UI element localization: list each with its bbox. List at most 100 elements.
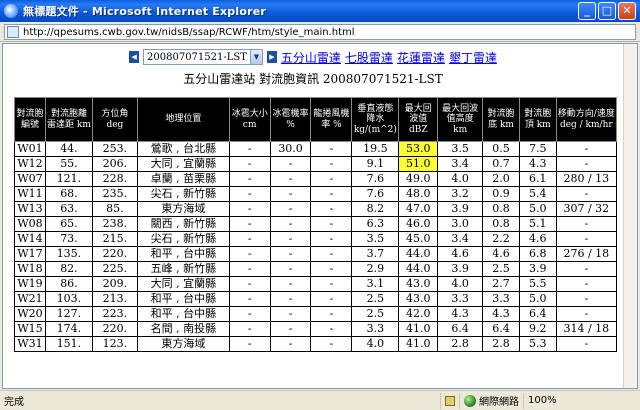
- minimize-button[interactable]: _: [578, 2, 596, 20]
- table-cell: -: [228, 246, 271, 262]
- prev-time-button[interactable]: ◀: [129, 51, 140, 63]
- column-header: 最大回波值 dBZ: [398, 97, 439, 142]
- next-time-button[interactable]: ▶: [266, 51, 277, 63]
- column-header: 冰雹機率 %: [269, 97, 312, 142]
- table-cell: 和平 , 台中縣: [136, 291, 230, 307]
- table-cell: -: [555, 231, 618, 247]
- table-cell: 5.3: [518, 336, 557, 352]
- table-cell: 5.1: [518, 216, 557, 232]
- table-cell: 6.8: [518, 246, 557, 262]
- table-cell: 215.: [91, 231, 138, 247]
- table-cell: -: [555, 276, 618, 292]
- radar-link-wufenshan[interactable]: 五分山雷達: [281, 49, 341, 66]
- table-row: W18 82. 225. 五峰 , 新竹縣 - - -2.9 44.0 3.9 2.5 3.9-: [14, 261, 618, 277]
- status-zone-label: 網際網路: [479, 397, 519, 408]
- table-cell: 8.2: [351, 201, 400, 217]
- maximize-button[interactable]: □: [598, 2, 616, 20]
- column-header: 對流胞離雷達距 km: [44, 97, 93, 142]
- table-cell: 280 / 13: [555, 171, 618, 187]
- table-cell: 82.: [44, 261, 93, 277]
- table-cell: 3.5: [351, 231, 400, 247]
- radar-link-kenting[interactable]: 墾丁雷達: [449, 49, 497, 66]
- table-cell: 63.: [44, 201, 93, 217]
- column-header: 移動方向/速度 deg / km/hr: [555, 97, 618, 142]
- table-cell: 44.0: [398, 261, 439, 277]
- table-row: W21 103. 213. 和平 , 台中縣 - - -2.5 43.0 3.3 3.3 5.0-: [14, 291, 618, 307]
- time-select[interactable]: 200807071521-LST ▼: [143, 49, 263, 65]
- table-cell: 6.1: [518, 171, 557, 187]
- table-cell: 48.0: [398, 186, 439, 202]
- table-cell: 46.0: [398, 216, 439, 232]
- table-cell: 6.3: [351, 216, 400, 232]
- status-text: 完成: [4, 397, 24, 408]
- table-cell: 0.7: [482, 156, 520, 172]
- table-cell: -: [228, 276, 271, 292]
- table-cell: -: [310, 246, 353, 262]
- table-cell: -: [555, 261, 618, 277]
- table-cell: -: [310, 261, 353, 277]
- table-cell: -: [269, 171, 312, 187]
- table-cell: W20: [14, 306, 46, 322]
- radar-link-chigu[interactable]: 七股雷達: [345, 49, 393, 66]
- table-cell: 6.4: [482, 321, 520, 337]
- table-cell: 47.0: [398, 201, 439, 217]
- vertical-scrollbar[interactable]: [623, 44, 637, 388]
- close-button[interactable]: ✕: [618, 2, 636, 20]
- table-cell: 5.4: [518, 186, 557, 202]
- table-cell: -: [310, 276, 353, 292]
- zoom-control[interactable]: 100%: [523, 392, 561, 409]
- table-cell: 53.0: [398, 141, 439, 157]
- table-cell: 123.: [91, 336, 138, 352]
- address-field[interactable]: http://qpesums.cwb.gov.tw/nidsB/ssap/RCW…: [4, 24, 636, 40]
- column-header: 龍捲風機率 %: [310, 97, 353, 142]
- table-cell: -: [310, 141, 353, 157]
- table-cell: -: [228, 306, 271, 322]
- table-cell: 2.5: [482, 261, 520, 277]
- table-cell: 0.9: [482, 186, 520, 202]
- lock-icon: [445, 395, 455, 406]
- table-cell: 五峰 , 新竹縣: [136, 261, 230, 277]
- table-cell: -: [310, 291, 353, 307]
- table-cell: -: [310, 321, 353, 337]
- status-security: [440, 392, 459, 409]
- table-cell: -: [555, 336, 618, 352]
- table-cell: -: [228, 216, 271, 232]
- table-cell: -: [269, 321, 312, 337]
- table-cell: 6.4: [437, 321, 484, 337]
- table-cell: -: [269, 216, 312, 232]
- table-cell: W19: [14, 276, 46, 292]
- table-row: W08 65. 238. 關西 , 新竹縣 - - -6.3 46.0 3.0 0.8 5.1-: [14, 216, 618, 232]
- table-body: W01 44. 253. 鶯歌 , 台北縣 -30.0-19.5 53.0 3.5 0.5 7.…: [14, 141, 618, 352]
- table-cell: -: [228, 156, 271, 172]
- table-cell: 4.0: [437, 276, 484, 292]
- radar-link-hualien[interactable]: 花蓮雷達: [397, 49, 445, 66]
- column-header: 冰雹大小 cm: [228, 97, 271, 142]
- table-cell: 44.0: [398, 246, 439, 262]
- table-cell: 2.8: [482, 336, 520, 352]
- table-cell: 關西 , 新竹縣: [136, 216, 230, 232]
- table-cell: 235.: [91, 186, 138, 202]
- table-cell: 3.4: [437, 231, 484, 247]
- table-cell: 43.0: [398, 276, 439, 292]
- table-row: W19 86. 209. 大同 , 宜蘭縣 - - -3.1 43.0 4.0 2.7 5.5-: [14, 276, 618, 292]
- table-cell: 3.3: [351, 321, 400, 337]
- table-cell: 3.0: [437, 216, 484, 232]
- table-cell: 174.: [44, 321, 93, 337]
- table-cell: 7.5: [518, 141, 557, 157]
- table-header: 對流胞編號 對流胞離雷達距 km 方位角 deg 地理位置 冰雹大小 cm 冰雹機率 % 龍…: [14, 97, 618, 142]
- table-cell: W08: [14, 216, 46, 232]
- table-row: W14 73. 215. 尖石 , 新竹縣 - - -3.5 45.0 3.4 2.2 4.6-: [14, 231, 618, 247]
- table-cell: W13: [14, 201, 46, 217]
- globe-icon: [464, 394, 476, 407]
- table-row: W15 174. 220. 名間 , 南投縣 - - -3.3 41.0 6.4 6.4 9.2 31…: [14, 321, 618, 337]
- table-cell: 和平 , 台中縣: [136, 306, 230, 322]
- table-cell: W07: [14, 171, 46, 187]
- table-cell: -: [228, 321, 271, 337]
- table-cell: -: [269, 156, 312, 172]
- status-bar: 完成 網際網路 100%: [0, 390, 640, 410]
- table-cell: 9.1: [351, 156, 400, 172]
- table-cell: 2.8: [437, 336, 484, 352]
- table-cell: 3.9: [437, 261, 484, 277]
- table-cell: -: [269, 186, 312, 202]
- table-cell: 44.: [44, 141, 93, 157]
